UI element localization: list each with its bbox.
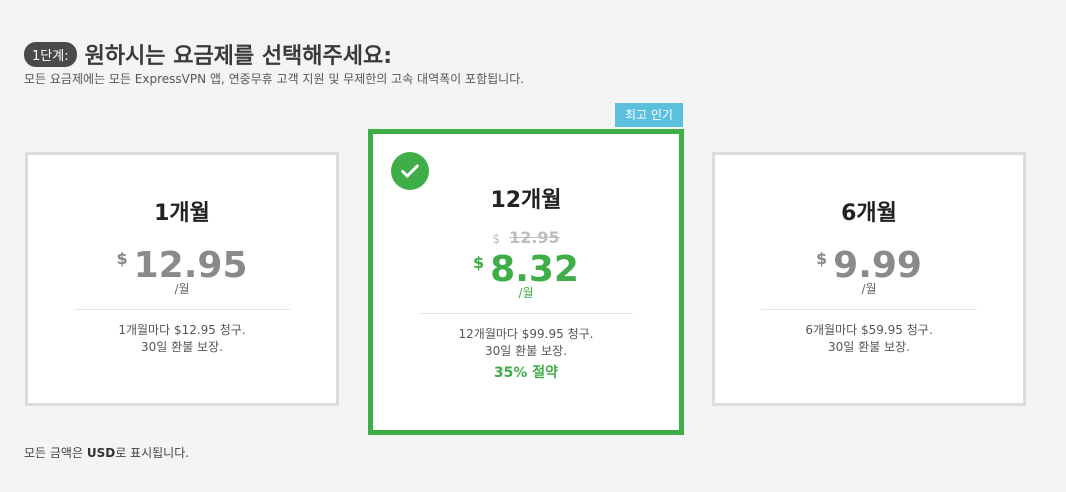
- price-period: /월: [518, 286, 534, 300]
- old-currency-symbol: $: [492, 232, 500, 246]
- most-popular-badge: 최고 인기: [615, 103, 683, 127]
- step-indicator: 1단계:: [24, 41, 77, 67]
- plan-price: 9.99: [833, 245, 922, 286]
- currency-note: 모든 금액은 USD로 표시됩니다.: [24, 444, 189, 461]
- plan-card-1-month[interactable]: 1개월 $ 12.95 /월 1개월마다 $12.95 청구. 30일 환불 보…: [25, 152, 339, 406]
- old-price: 12.95: [509, 228, 560, 247]
- plan-price: 8.32: [490, 249, 579, 290]
- plan-price: 12.95: [133, 245, 248, 286]
- page-title: 원하시는 요금제를 선택해주세요:: [84, 44, 393, 69]
- currency-symbol: $: [116, 249, 128, 268]
- billing-desc: 6개월마다 $59.95 청구.: [805, 323, 933, 337]
- price-period: /월: [861, 282, 877, 296]
- billing-desc: 12개월마다 $99.95 청구.: [458, 327, 594, 341]
- old-price-row: $ 12.95: [373, 228, 679, 247]
- plan-card-12-months[interactable]: 12개월 $ 12.95 $ 8.32 /월 12개월마다 $99.95 청구.…: [368, 129, 684, 435]
- currency-note-pre: 모든 금액은: [24, 446, 87, 460]
- divider: [74, 309, 290, 310]
- billing-desc: 1개월마다 $12.95 청구.: [118, 323, 246, 337]
- refund-desc: 30일 환불 보장.: [485, 344, 567, 358]
- selected-check-icon: [391, 152, 429, 190]
- plan-subtitle: 모든 요금제에는 모든 ExpressVPN 앱, 연중무휴 고객 지원 및 무…: [24, 72, 525, 86]
- currency-note-post: 로 표시됩니다.: [115, 446, 190, 460]
- price-period: /월: [174, 282, 190, 296]
- currency-code: USD: [86, 446, 116, 460]
- savings-label: 35% 절약: [493, 365, 559, 381]
- currency-symbol: $: [816, 249, 828, 268]
- refund-desc: 30일 환불 보장.: [828, 340, 910, 354]
- divider: [761, 309, 977, 310]
- plan-card-6-months[interactable]: 6개월 $ 9.99 /월 6개월마다 $59.95 청구. 30일 환불 보장…: [712, 152, 1026, 406]
- currency-symbol: $: [473, 253, 485, 272]
- plan-name: 6개월: [841, 201, 897, 226]
- refund-desc: 30일 환불 보장.: [141, 340, 223, 354]
- plan-name: 1개월: [154, 201, 210, 226]
- plan-step-header: 1단계: 원하시는 요금제를 선택해주세요:: [24, 38, 392, 70]
- divider: [418, 313, 634, 314]
